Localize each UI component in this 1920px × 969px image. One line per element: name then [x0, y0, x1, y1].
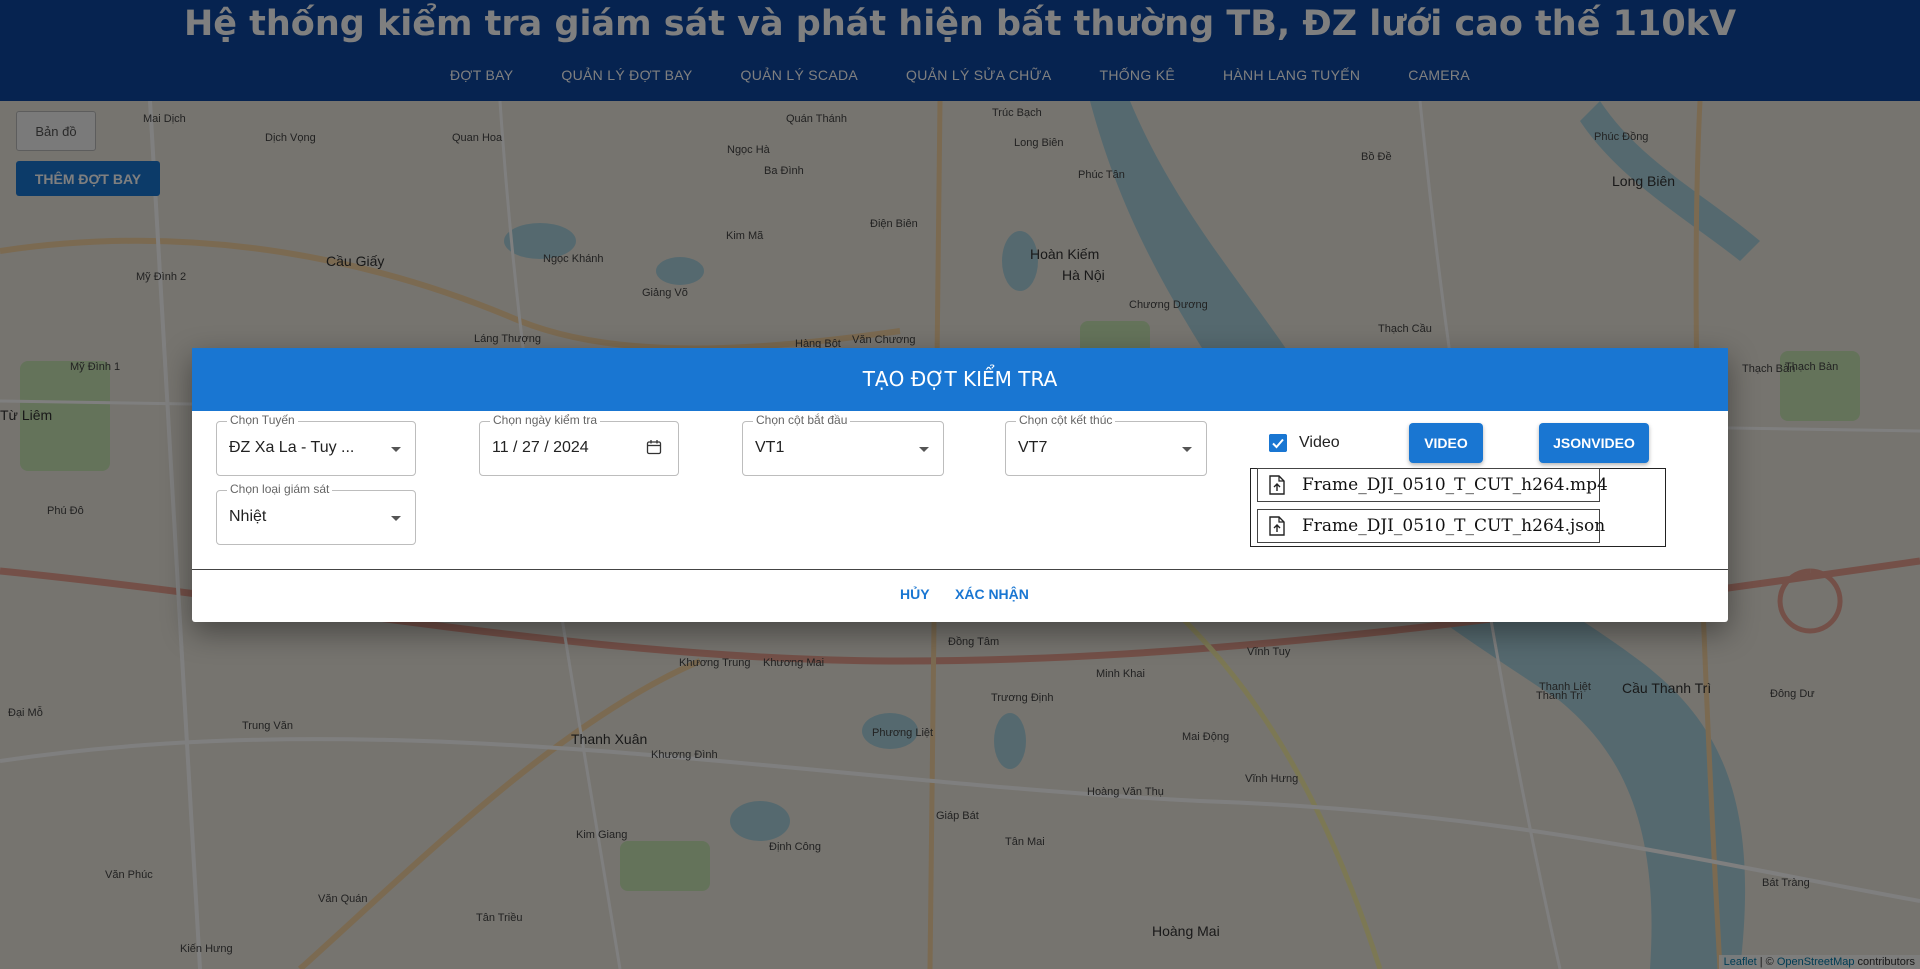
file-upload-icon: [1269, 516, 1285, 536]
start-pole-value: VT1: [755, 439, 785, 456]
jsonvideo-upload-button[interactable]: JSONVIDEO: [1539, 423, 1649, 463]
route-select[interactable]: Chọn Tuyến ĐZ Xa La - Tuy ...: [216, 413, 416, 476]
dialog-divider: [192, 569, 1728, 570]
file-name: Frame_DJI_0510_T_CUT_h264.mp4: [1302, 475, 1608, 495]
video-checkbox-label: Video: [1299, 434, 1340, 451]
calendar-icon[interactable]: [646, 439, 662, 455]
inspection-date-field[interactable]: Chọn ngày kiểm tra 11 / 27 / 2024: [479, 413, 679, 476]
file-upload-icon: [1269, 475, 1285, 495]
file-item[interactable]: Frame_DJI_0510_T_CUT_h264.json: [1257, 509, 1605, 543]
video-upload-button[interactable]: VIDEO: [1409, 423, 1483, 463]
create-inspection-dialog: TẠO ĐỢT KIỂM TRA Chọn Tuyến ĐZ Xa La - T…: [192, 348, 1728, 622]
start-pole-label: Chọn cột bắt đầu: [753, 413, 851, 427]
chevron-down-icon: [919, 447, 929, 452]
inspection-date-value: 11 / 27 / 2024: [492, 439, 589, 456]
chevron-down-icon: [391, 447, 401, 452]
file-name: Frame_DJI_0510_T_CUT_h264.json: [1302, 516, 1606, 536]
uploaded-files-list: Frame_DJI_0510_T_CUT_h264.mp4 Frame_DJI_…: [1250, 468, 1666, 547]
dialog-title: TẠO ĐỢT KIỂM TRA: [192, 348, 1728, 411]
end-pole-value: VT7: [1018, 439, 1048, 456]
monitor-type-value: Nhiệt: [229, 508, 267, 525]
monitor-type-label: Chọn loại giám sát: [227, 482, 333, 496]
chevron-down-icon: [1182, 447, 1192, 452]
end-pole-select[interactable]: Chọn cột kết thúc VT7: [1005, 413, 1207, 476]
route-select-value: ĐZ Xa La - Tuy ...: [229, 439, 355, 456]
monitor-type-select[interactable]: Chọn loại giám sát Nhiệt: [216, 482, 416, 545]
start-pole-select[interactable]: Chọn cột bắt đầu VT1: [742, 413, 944, 476]
confirm-button[interactable]: XÁC NHẬN: [955, 586, 1029, 602]
cancel-button[interactable]: HỦY: [900, 586, 930, 602]
file-item[interactable]: Frame_DJI_0510_T_CUT_h264.mp4: [1257, 468, 1608, 502]
chevron-down-icon: [391, 516, 401, 521]
end-pole-label: Chọn cột kết thúc: [1016, 413, 1116, 427]
route-select-label: Chọn Tuyến: [227, 413, 298, 427]
video-checkbox[interactable]: [1269, 434, 1287, 452]
inspection-date-label: Chọn ngày kiểm tra: [490, 413, 601, 427]
